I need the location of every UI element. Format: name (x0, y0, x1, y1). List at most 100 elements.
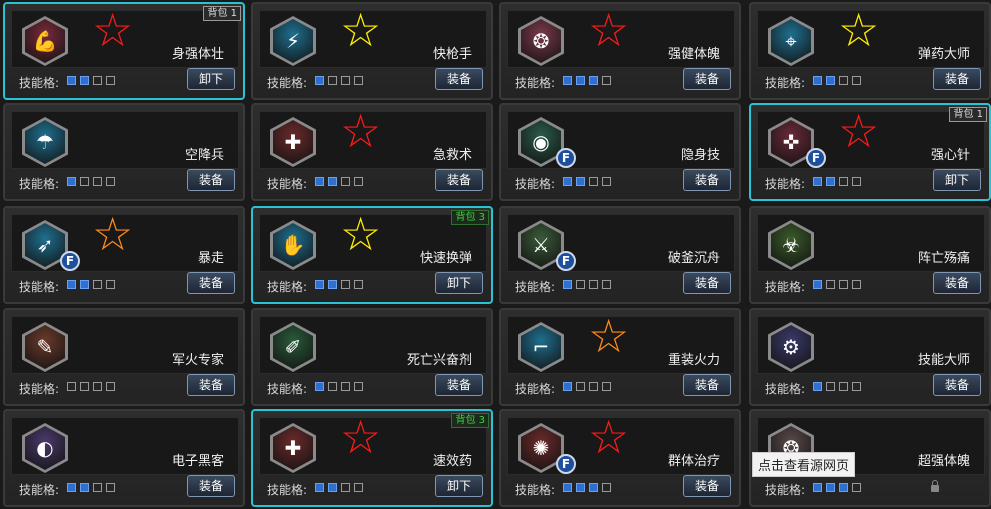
skill-card[interactable]: ✋ ☆ 快速换弹 背包 3 技能格: 卸下 (251, 206, 493, 304)
skill-slot-indicator (354, 382, 363, 391)
skill-slot-indicator (93, 177, 102, 186)
skill-card[interactable]: ✺ F ☆ 群体治疗 技能格: 装备 (499, 409, 741, 507)
skill-slot-indicator (80, 382, 89, 391)
marker-star-icon: ☆ (340, 207, 382, 261)
skill-slot-indicator (106, 177, 115, 186)
skill-slot-indicator (813, 177, 822, 186)
marker-star-icon: ☆ (340, 3, 382, 57)
skill-icon-frame: ✎ (22, 322, 68, 372)
f-badge-icon: F (556, 251, 576, 271)
skill-slot-indicator (315, 483, 324, 492)
skill-slot-indicator (852, 483, 861, 492)
skill-slot-indicator (328, 76, 337, 85)
skill-slot-indicator (328, 382, 337, 391)
unequip-button[interactable]: 卸下 (435, 475, 483, 497)
equip-button[interactable]: 装备 (187, 169, 235, 191)
equip-button[interactable]: 装备 (187, 475, 235, 497)
hacker-icon: ◐ (25, 426, 65, 470)
equip-button[interactable]: 装备 (435, 68, 483, 90)
skill-name: 暴走 (197, 251, 224, 266)
skill-slot-indicator (80, 483, 89, 492)
skill-card[interactable]: ✚ ☆ 速效药 背包 3 技能格: 卸下 (251, 409, 493, 507)
skill-slots-label: 技能格: (267, 280, 308, 294)
unequip-button[interactable]: 卸下 (435, 272, 483, 294)
skill-card-panel: ⌖ ☆ 弹药大师 (757, 3, 985, 68)
skill-icon-frame: 💪 (22, 16, 68, 66)
marker-star-icon: ☆ (92, 207, 134, 261)
equip-button[interactable]: 装备 (187, 374, 235, 396)
skill-card[interactable]: ✐ 死亡兴奋剂 技能格: 装备 (251, 308, 493, 406)
skill-card[interactable]: 💪 ☆ 身强体壮 背包 1 技能格: 卸下 (3, 2, 245, 100)
skill-card[interactable]: ✜ F ☆ 强心针 背包 1 技能格: 卸下 (749, 103, 991, 201)
unequip-button[interactable]: 卸下 (187, 68, 235, 90)
marker-star-icon: ☆ (92, 3, 134, 57)
equip-button[interactable]: 装备 (683, 272, 731, 294)
skill-slot-indicator (67, 280, 76, 289)
equip-button[interactable]: 装备 (683, 68, 731, 90)
skill-slots-label: 技能格: (19, 177, 60, 191)
skill-slot-indicator (602, 177, 611, 186)
skill-card[interactable]: ⌐ ☆ 重装火力技能格: 装备 (499, 308, 741, 406)
skill-slot-indicator (67, 76, 76, 85)
skill-slot-indicator (589, 280, 598, 289)
skill-name: 超强体魄 (917, 454, 970, 469)
equip-button[interactable]: 装备 (435, 169, 483, 191)
skill-card[interactable]: ✎ 军火专家 技能格: 装备 (3, 308, 245, 406)
skill-slots-label: 技能格: (267, 76, 308, 90)
equip-button[interactable]: 装备 (933, 68, 981, 90)
muscle-icon: 💪 (25, 19, 65, 63)
bag-slot-label: 背包 1 (949, 107, 987, 122)
skill-card-panel: ⚔ F 破釜沉舟 (507, 214, 735, 272)
view-source-tooltip[interactable]: 点击查看源网页 (752, 452, 856, 477)
skill-card-panel: ◐ 电子黑客 (11, 417, 239, 475)
skill-slot-indicator (839, 177, 848, 186)
skill-slot-indicator (315, 280, 324, 289)
skill-slot-indicator (315, 177, 324, 186)
skill-card[interactable]: ◐ 电子黑客 技能格: 装备 (3, 409, 245, 507)
equip-button[interactable]: 装备 (683, 475, 731, 497)
skill-name: 群体治疗 (667, 454, 720, 469)
skill-card[interactable]: ⚡ ☆ 快枪手 技能格: 装备 (251, 2, 493, 100)
skill-slots-label: 技能格: (765, 483, 806, 497)
skill-slot-indicator (341, 382, 350, 391)
equip-button[interactable]: 装备 (187, 272, 235, 294)
skill-card[interactable]: ❂ ☆ 强健体魄 技能格: 装备 (499, 2, 741, 100)
skill-card-panel: ⌐ ☆ 重装火力 (507, 313, 735, 374)
unequip-button[interactable]: 卸下 (933, 169, 981, 191)
skill-slot-indicator (67, 483, 76, 492)
skill-card[interactable]: ⚔ F 破釜沉舟 技能格: 装备 (499, 206, 741, 304)
skill-card[interactable]: ◉ F 隐身技 技能格: 装备 (499, 103, 741, 201)
first-aid-icon: ✚ (273, 120, 313, 164)
skill-icon-frame: ◐ (22, 423, 68, 473)
skill-card-panel: ⚡ ☆ 快枪手 (259, 3, 487, 68)
skill-icon-frame: ✐ (270, 322, 316, 372)
skill-name: 身强体壮 (171, 47, 224, 62)
skill-card[interactable]: ⌖ ☆ 弹药大师 技能格: 装备 (749, 2, 991, 100)
marker-star-icon: ☆ (838, 3, 880, 57)
munitions-icon: ✎ (25, 325, 65, 369)
equip-button[interactable]: 装备 (933, 374, 981, 396)
skill-icon-frame: ☣ (768, 220, 814, 270)
skill-name: 死亡兴奋剂 (406, 353, 472, 368)
skill-slot-indicator (589, 483, 598, 492)
skill-slot-indicator (839, 280, 848, 289)
skill-card[interactable]: ☣ 阵亡殇痛 技能格: 装备 (749, 206, 991, 304)
equip-button[interactable]: 装备 (683, 169, 731, 191)
skill-slot-indicator (563, 177, 572, 186)
equip-button[interactable]: 装备 (683, 374, 731, 396)
skill-slot-indicator (80, 280, 89, 289)
equip-button[interactable]: 装备 (933, 272, 981, 294)
skill-card[interactable]: ⚙ 技能大师 技能格: 装备 (749, 308, 991, 406)
skill-slot-indicator (315, 382, 324, 391)
skill-slot-indicator (93, 483, 102, 492)
skill-card[interactable]: ☂ 空降兵 技能格: 装备 (3, 103, 245, 201)
skill-slot-indicator (852, 76, 861, 85)
skill-card[interactable]: ✚ ☆ 急救术 技能格: 装备 (251, 103, 493, 201)
equip-button[interactable]: 装备 (435, 374, 483, 396)
skill-icon-frame: ⚙ (768, 322, 814, 372)
skill-card[interactable]: ➶ F ☆ 暴走 技能格: 装备 (3, 206, 245, 304)
skill-name: 速效药 (432, 454, 472, 469)
skill-name: 快枪手 (432, 47, 472, 62)
skill-slots-label: 技能格: (515, 382, 556, 396)
skill-slot-indicator (106, 280, 115, 289)
